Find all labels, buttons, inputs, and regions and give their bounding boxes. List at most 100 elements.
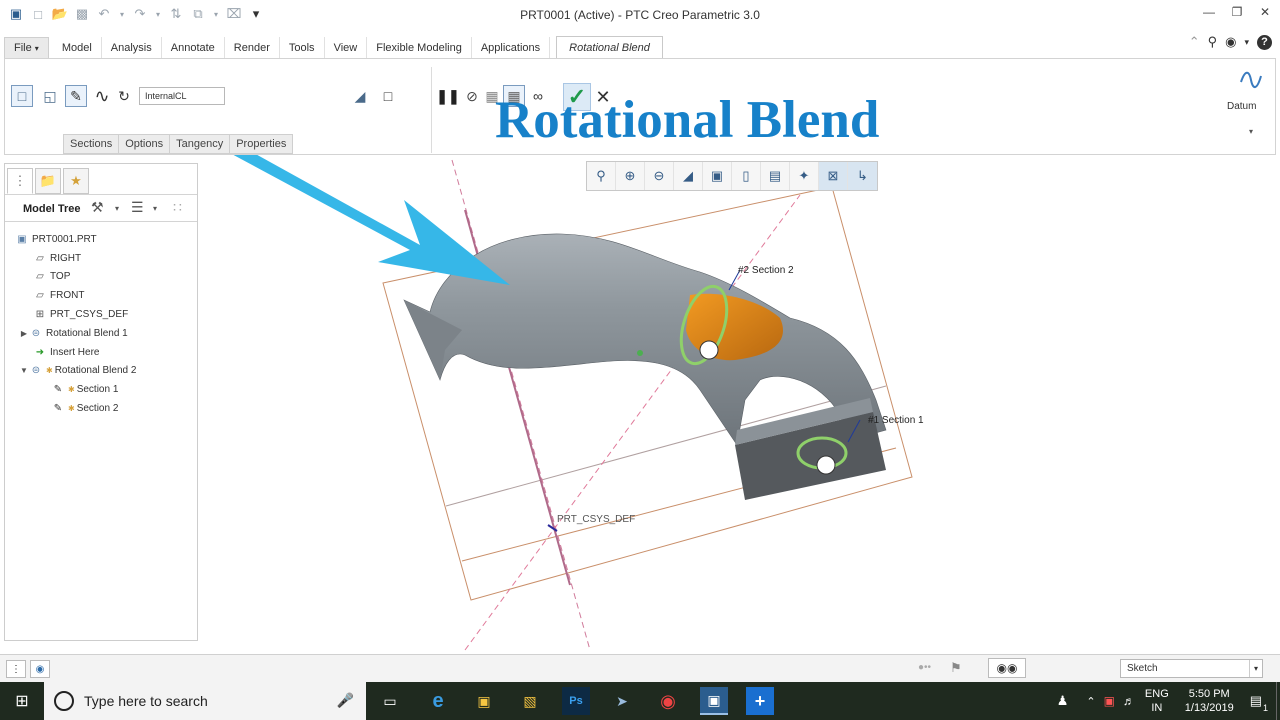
surface-icon[interactable]: ◱ xyxy=(39,85,61,107)
annotation-display-icon[interactable]: ↳ xyxy=(848,162,877,190)
restore-icon[interactable]: ❐ xyxy=(1230,5,1244,19)
model-tree-tab-icon[interactable]: ⋮ xyxy=(7,168,33,194)
notification-icon[interactable]: ▤ 1 xyxy=(1250,693,1268,713)
selection-filter-dropdown[interactable]: Sketch ▾ xyxy=(1120,659,1263,678)
task-view-icon[interactable]: ▭ xyxy=(376,687,404,715)
tree-item-csys[interactable]: ⊞ PRT_CSYS_DEF xyxy=(5,305,197,324)
spin-center-icon[interactable]: ⊠ xyxy=(819,162,848,190)
people-icon[interactable]: ♟ xyxy=(1057,693,1069,709)
flag-icon[interactable]: ⚑ xyxy=(950,660,962,676)
expand-arrow-icon[interactable]: ▶ xyxy=(19,329,29,338)
thicken-icon[interactable]: ◢ xyxy=(349,85,371,107)
add-icon[interactable]: + xyxy=(746,687,774,715)
windows-start-icon[interactable]: ⊞ xyxy=(0,682,44,720)
show-desktop-button[interactable] xyxy=(1276,682,1280,720)
csys-label[interactable]: PRT_CSYS_DEF xyxy=(557,514,635,525)
repaint-icon[interactable]: ◢ xyxy=(674,162,703,190)
tab-applications[interactable]: Applications xyxy=(472,37,551,59)
subtab-tangency[interactable]: Tangency xyxy=(169,134,231,154)
zoom-in-icon[interactable]: ⊕ xyxy=(616,162,645,190)
section-1-label[interactable]: #1 Section 1 xyxy=(868,415,924,426)
ribbon-right-tools: ⌃ ⚲ ◉ ▾ ? xyxy=(1189,34,1272,50)
collapse-arrow-icon[interactable]: ▼ xyxy=(19,366,29,375)
axis-reference-field[interactable]: InternalCL xyxy=(139,87,225,105)
edge-icon[interactable]: e xyxy=(424,687,452,715)
chevron-down-icon[interactable]: ▾ xyxy=(1244,37,1249,48)
curve-icon[interactable]: ∿ xyxy=(91,85,113,107)
photoshop-icon[interactable]: Ps xyxy=(562,687,590,715)
store-icon[interactable]: ▣ xyxy=(470,687,498,715)
creo-icon[interactable]: ▣ xyxy=(700,687,728,715)
volume-icon[interactable]: ♬ xyxy=(1123,694,1135,708)
language-indicator[interactable]: ENG IN xyxy=(1145,687,1169,715)
solid-icon[interactable]: □ xyxy=(11,85,33,107)
settings-tools-icon[interactable]: ⚒ xyxy=(91,199,104,216)
chevron-down-icon[interactable]: ▾ xyxy=(1249,660,1262,677)
tab-render[interactable]: Render xyxy=(225,37,280,59)
clock[interactable]: 5:50 PM 1/13/2019 xyxy=(1185,687,1234,715)
tab-model[interactable]: Model xyxy=(53,37,102,59)
folder-browser-tab-icon[interactable]: 📁 xyxy=(35,168,61,194)
favorites-tab-icon[interactable]: ★ xyxy=(63,168,89,194)
drag-handle[interactable] xyxy=(816,455,836,475)
tab-file[interactable]: File ▾ xyxy=(4,37,49,59)
pause-icon[interactable]: ❚❚ xyxy=(436,85,459,107)
model-graphics[interactable]: #2 Section 2 #1 Section 1 PRT_CSYS_DEF xyxy=(200,155,1280,652)
filter-icon[interactable]: ∷ xyxy=(173,199,182,216)
chevron-down-icon[interactable]: ▾ xyxy=(153,204,157,213)
remove-material-icon[interactable]: □ xyxy=(377,85,399,107)
tab-analysis[interactable]: Analysis xyxy=(102,37,162,59)
tab-annotate[interactable]: Annotate xyxy=(162,37,225,59)
community-icon[interactable]: ◉ xyxy=(1225,34,1236,50)
tab-tools[interactable]: Tools xyxy=(280,37,325,59)
search-icon[interactable]: ⚲ xyxy=(1208,34,1218,50)
subtab-properties[interactable]: Properties xyxy=(229,134,294,154)
tree-item-right[interactable]: ▱ RIGHT xyxy=(5,249,197,268)
network-icon[interactable]: ▣ xyxy=(1104,694,1115,708)
display-style-icon[interactable]: ▣ xyxy=(703,162,732,190)
saved-orientations-icon[interactable]: ▯ xyxy=(732,162,761,190)
collapse-ribbon-icon[interactable]: ⌃ xyxy=(1189,34,1200,50)
tree-item-top[interactable]: ▱ TOP xyxy=(5,268,197,287)
datum-display-icon[interactable]: ✦ xyxy=(790,162,819,190)
close-icon[interactable]: ✕ xyxy=(1258,5,1272,19)
tab-view[interactable]: View xyxy=(325,37,368,59)
chevron-down-icon[interactable]: ▾ xyxy=(115,204,119,213)
graphics-viewport[interactable]: #2 Section 2 #1 Section 1 PRT_CSYS_DEF xyxy=(200,155,1280,652)
chevron-down-icon[interactable]: ▾ xyxy=(1249,127,1253,136)
refit-icon[interactable]: ⚲ xyxy=(587,162,616,190)
tree-item-insert-here[interactable]: ➜ Insert Here xyxy=(5,343,197,362)
show-list-icon[interactable]: ☰ xyxy=(131,199,144,216)
sketch-icon[interactable]: ✎ xyxy=(65,85,87,107)
navigator-toggle-icon[interactable]: ⋮ xyxy=(6,660,26,678)
tree-item-front[interactable]: ▱ FRONT xyxy=(5,286,197,305)
tab-flexible-modeling[interactable]: Flexible Modeling xyxy=(367,37,472,59)
browser-toggle-icon[interactable]: ◉ xyxy=(30,660,50,678)
section-2-label[interactable]: #2 Section 2 xyxy=(738,265,794,276)
tree-item-section-1[interactable]: ✎ ✱ Section 1 xyxy=(5,380,197,399)
file-explorer-icon[interactable]: ▧ xyxy=(516,687,544,715)
app-icon[interactable]: ➤ xyxy=(608,687,636,715)
no-preview-icon[interactable]: ⊘ xyxy=(461,85,483,107)
window-title: PRT0001 (Active) - PTC Creo Parametric 3… xyxy=(520,8,760,22)
help-icon[interactable]: ? xyxy=(1257,34,1272,50)
view-manager-icon[interactable]: ▤ xyxy=(761,162,790,190)
chevron-up-icon[interactable]: ⌃ xyxy=(1086,695,1095,708)
tab-rotational-blend[interactable]: Rotational Blend xyxy=(556,36,663,59)
datum-label[interactable]: Datum xyxy=(1227,101,1256,112)
tree-item-rotational-blend-2[interactable]: ▼ ⊜ ✱ Rotational Blend 2 xyxy=(5,362,197,381)
taskbar-search[interactable]: Type here to search 🎤 xyxy=(44,682,366,720)
tree-item-part[interactable]: ▣ PRT0001.PRT xyxy=(5,230,197,249)
microphone-icon[interactable]: 🎤 xyxy=(337,692,354,709)
tree-item-rotational-blend-1[interactable]: ▶ ⊜ Rotational Blend 1 xyxy=(5,324,197,343)
zoom-out-icon[interactable]: ⊖ xyxy=(645,162,674,190)
axis-rotate-icon[interactable]: ↻ xyxy=(113,85,135,107)
subtab-options[interactable]: Options xyxy=(118,134,171,154)
datum-icon[interactable] xyxy=(1238,67,1264,93)
find-binoculars-icon[interactable]: ◉◉ xyxy=(988,658,1026,678)
chrome-icon[interactable]: ◉ xyxy=(654,687,682,715)
tree-item-section-2[interactable]: ✎ ✱ Section 2 xyxy=(5,399,197,418)
minimize-icon[interactable]: — xyxy=(1202,5,1216,19)
drag-handle[interactable] xyxy=(699,340,719,360)
subtab-sections[interactable]: Sections xyxy=(63,134,120,154)
